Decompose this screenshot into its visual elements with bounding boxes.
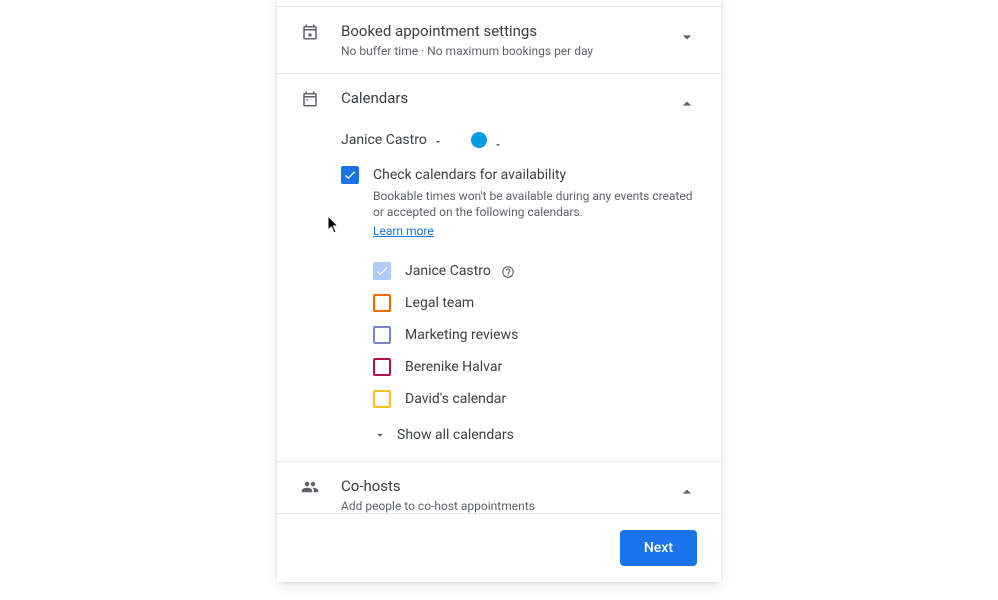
- dialog-footer: Next: [277, 513, 721, 582]
- chevron-down-icon: [493, 135, 503, 145]
- chevron-down-icon: [373, 428, 387, 442]
- calendar-checkbox[interactable]: [373, 294, 391, 312]
- settings-dialog: Booked appointment settings No buffer ti…: [277, 0, 721, 582]
- check-availability-label: Check calendars for availability: [373, 166, 697, 184]
- section-title: Booked appointment settings: [341, 21, 593, 41]
- next-button[interactable]: Next: [620, 530, 697, 566]
- check-availability-checkbox[interactable]: [341, 166, 359, 184]
- section-title: Calendars: [341, 88, 408, 108]
- section-header-booked[interactable]: Booked appointment settings No buffer ti…: [341, 21, 697, 59]
- calendar-label: Berenike Halvar: [405, 359, 502, 375]
- owner-name: Janice Castro: [341, 132, 427, 148]
- dialog-content: Booked appointment settings No buffer ti…: [277, 0, 721, 513]
- chevron-up-icon: [677, 482, 697, 502]
- check-availability-desc: Bookable times won't be available during…: [373, 188, 697, 220]
- show-all-calendars[interactable]: Show all calendars: [373, 427, 697, 443]
- section-title: Co-hosts: [341, 476, 535, 496]
- show-all-label: Show all calendars: [397, 427, 514, 443]
- calendar-item: Legal team: [373, 287, 697, 319]
- calendar-list: Janice Castro Legal team Marketing reviews…: [373, 255, 697, 415]
- calendar-owner-row: Janice Castro: [341, 132, 697, 148]
- chevron-down-icon: [433, 135, 443, 145]
- section-calendars: Calendars Janice Castro: [277, 74, 721, 462]
- calendar-item: Marketing reviews: [373, 319, 697, 351]
- calendar-checkbox[interactable]: [373, 390, 391, 408]
- section-subtitle: Add people to co-host appointments: [341, 498, 535, 513]
- calendar-item: Janice Castro: [373, 255, 697, 287]
- calendar-checkbox[interactable]: [373, 358, 391, 376]
- calendar-event-icon: [301, 23, 319, 41]
- color-swatch: [471, 132, 487, 148]
- calendars-body: Janice Castro: [341, 132, 697, 443]
- calendar-checkbox: [373, 262, 391, 280]
- calendar-color-dropdown[interactable]: [471, 132, 503, 148]
- calendar-icon: [301, 90, 319, 108]
- section-cohosts: Co-hosts Add people to co-host appointme…: [277, 462, 721, 513]
- section-booked-settings: Booked appointment settings No buffer ti…: [277, 6, 721, 74]
- check-availability-row: Check calendars for availability Bookabl…: [341, 166, 697, 239]
- section-header-cohosts[interactable]: Co-hosts Add people to co-host appointme…: [341, 476, 697, 513]
- calendar-label: Janice Castro: [405, 263, 491, 279]
- section-header-calendars[interactable]: Calendars: [341, 88, 697, 114]
- calendar-owner-dropdown[interactable]: Janice Castro: [341, 132, 443, 148]
- people-icon: [301, 478, 319, 496]
- help-icon[interactable]: [501, 264, 515, 278]
- calendar-item: Berenike Halvar: [373, 351, 697, 383]
- section-subtitle: No buffer time · No maximum bookings per…: [341, 43, 593, 59]
- calendar-item: David's calendar: [373, 383, 697, 415]
- learn-more-link[interactable]: Learn more: [373, 224, 434, 238]
- calendar-label: Marketing reviews: [405, 327, 518, 343]
- chevron-up-icon: [677, 94, 697, 114]
- calendar-label: David's calendar: [405, 391, 506, 407]
- calendar-checkbox[interactable]: [373, 326, 391, 344]
- chevron-down-icon: [677, 27, 697, 47]
- calendar-label: Legal team: [405, 295, 474, 311]
